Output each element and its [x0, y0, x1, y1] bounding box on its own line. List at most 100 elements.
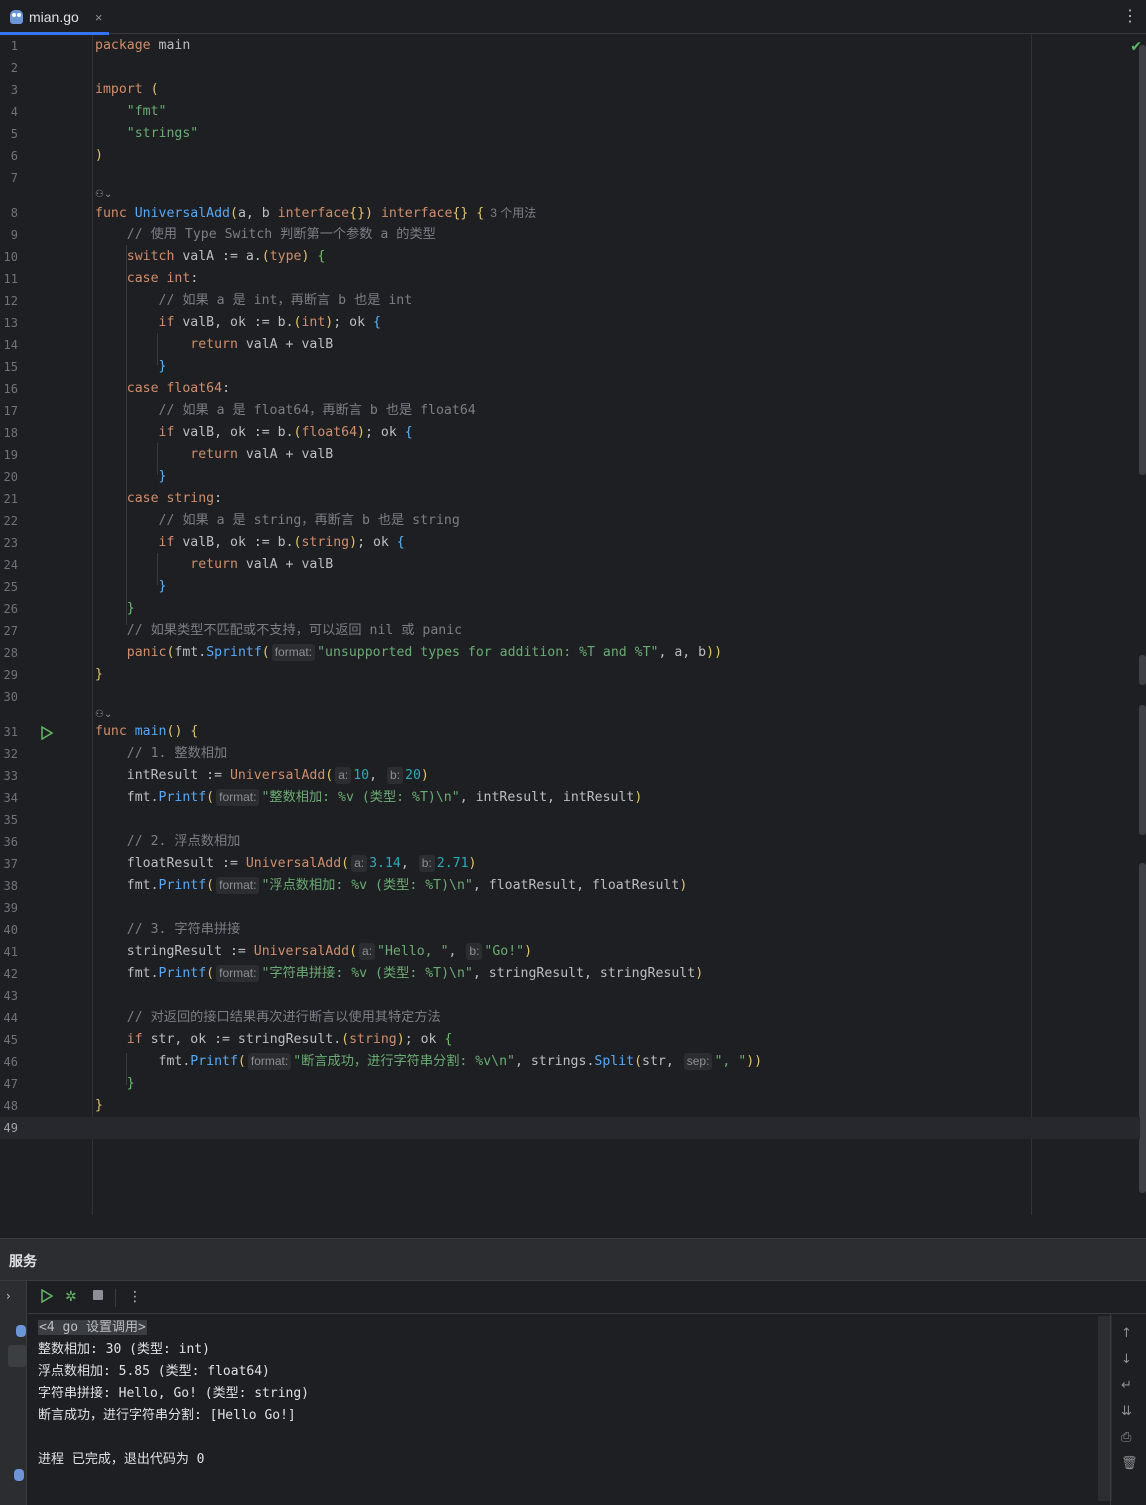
code-line[interactable]: 23 if valB, ok := b.(string); ok { — [0, 532, 1140, 554]
gopher-service-icon[interactable] — [14, 1469, 24, 1481]
code-line[interactable]: 3 import ( — [0, 79, 1140, 101]
line-number[interactable]: 5 — [0, 123, 18, 145]
line-number[interactable]: 7 — [0, 167, 18, 189]
line-number[interactable]: 8 — [0, 202, 18, 224]
line-number[interactable]: 18 — [0, 422, 18, 444]
code-line[interactable]: 33 intResult := UniversalAdd(a: 10, b: 20) — [0, 765, 1140, 787]
code-line[interactable]: 9 // 使用 Type Switch 判断第一个参数 a 的类型 — [0, 224, 1140, 246]
line-number[interactable]: 14 — [0, 334, 18, 356]
usages-hint[interactable]: 3 个用法 — [490, 206, 536, 220]
code-line[interactable]: 45 if str, ok := stringResult.(string); … — [0, 1029, 1140, 1051]
more-icon[interactable]: ⋮ — [1122, 6, 1138, 26]
code-line[interactable]: 41 stringResult := UniversalAdd(a: "Hello… — [0, 941, 1140, 963]
scroll-up-icon[interactable]: ↑ — [1121, 1326, 1132, 1341]
author-icon[interactable]: ⚇⌄ — [95, 708, 112, 722]
line-number[interactable]: 38 — [0, 875, 18, 897]
line-number[interactable]: 47 — [0, 1073, 18, 1095]
line-number[interactable]: 31 — [0, 721, 18, 743]
editor-scrollbar[interactable] — [1139, 45, 1146, 475]
line-number[interactable]: 34 — [0, 787, 18, 809]
line-number[interactable]: 44 — [0, 1007, 18, 1029]
code-line[interactable]: 31 func main() { — [0, 721, 1140, 743]
code-line[interactable]: 34 fmt.Printf(format: "整数相加: %v (类型: %T)\… — [0, 787, 1140, 809]
line-number[interactable]: 28 — [0, 642, 18, 664]
line-number[interactable]: 25 — [0, 576, 18, 598]
line-number[interactable]: 30 — [0, 686, 18, 708]
code-line[interactable]: 47 } — [0, 1073, 1140, 1095]
line-number[interactable]: 40 — [0, 919, 18, 941]
debug-icon[interactable]: ✲ — [65, 1289, 77, 1305]
line-number[interactable]: 26 — [0, 598, 18, 620]
line-number[interactable]: 9 — [0, 224, 18, 246]
code-line[interactable]: 49 — [0, 1117, 1140, 1139]
code-line[interactable]: 24 return valA + valB — [0, 554, 1140, 576]
code-line[interactable]: 15 } — [0, 356, 1140, 378]
code-line[interactable]: 13 if valB, ok := b.(int); ok { — [0, 312, 1140, 334]
code-line[interactable]: 32 // 1. 整数相加 — [0, 743, 1140, 765]
line-number[interactable]: 11 — [0, 268, 18, 290]
line-number[interactable]: 4 — [0, 101, 18, 123]
code-line[interactable]: 6) — [0, 145, 1140, 167]
code-line[interactable]: 1 package main — [0, 35, 1140, 57]
line-number[interactable]: 42 — [0, 963, 18, 985]
stop-icon[interactable] — [92, 1289, 104, 1305]
code-line[interactable]: 39 — [0, 897, 1140, 919]
line-number[interactable]: 12 — [0, 290, 18, 312]
code-line[interactable]: 7 — [0, 167, 1140, 189]
line-number[interactable]: 10 — [0, 246, 18, 268]
code-line[interactable]: 16 case float64: — [0, 378, 1140, 400]
line-number[interactable]: 22 — [0, 510, 18, 532]
print-icon[interactable]: ⎙ — [1121, 1430, 1131, 1445]
line-number[interactable]: 20 — [0, 466, 18, 488]
code-line[interactable]: 20 } — [0, 466, 1140, 488]
expand-icon[interactable]: › — [6, 1289, 11, 1303]
code-line[interactable]: 5 "strings" — [0, 123, 1140, 145]
line-number[interactable]: 23 — [0, 532, 18, 554]
code-line[interactable]: 8 func UniversalAdd(a, b interface{}) int… — [0, 202, 1140, 224]
code-line[interactable]: 35 — [0, 809, 1140, 831]
line-number[interactable]: 45 — [0, 1029, 18, 1051]
scroll-to-end-icon[interactable]: ⇊ — [1121, 1404, 1132, 1419]
code-line[interactable]: 38 fmt.Printf(format: "浮点数相加: %v (类型: %T)… — [0, 875, 1140, 897]
code-line[interactable]: 37 floatResult := UniversalAdd(a: 3.14, b… — [0, 853, 1140, 875]
trash-icon[interactable]: 🗑 — [1121, 1456, 1138, 1471]
code-line[interactable]: 30 — [0, 686, 1140, 708]
code-line[interactable]: 2 — [0, 57, 1140, 79]
scroll-down-icon[interactable]: ↓ — [1121, 1352, 1132, 1367]
code-line[interactable]: 44 // 对返回的接口结果再次进行断言以使用其特定方法 — [0, 1007, 1140, 1029]
line-number[interactable]: 39 — [0, 897, 18, 919]
line-number[interactable]: 48 — [0, 1095, 18, 1117]
line-number[interactable]: 19 — [0, 444, 18, 466]
line-number[interactable]: 24 — [0, 554, 18, 576]
code-editor[interactable]: ✔ ⚇⌄ ⚇⌄ 1 package main 2 3 import (4 "fmt" 5 … — [0, 35, 1146, 1215]
code-line[interactable]: 28 panic(fmt.Sprintf(format: "unsupported… — [0, 642, 1140, 664]
code-line[interactable]: 18 if valB, ok := b.(float64); ok { — [0, 422, 1140, 444]
code-line[interactable]: 40 // 3. 字符串拼接 — [0, 919, 1140, 941]
line-number[interactable]: 16 — [0, 378, 18, 400]
gopher-service-icon[interactable] — [16, 1325, 26, 1337]
line-number[interactable]: 29 — [0, 664, 18, 686]
code-line[interactable]: 25 } — [0, 576, 1140, 598]
line-number[interactable]: 1 — [0, 35, 18, 57]
tab-mian-go[interactable]: mian.go × — [0, 0, 109, 35]
code-line[interactable]: 4 "fmt" — [0, 101, 1140, 123]
line-number[interactable]: 33 — [0, 765, 18, 787]
code-line[interactable]: 26 } — [0, 598, 1140, 620]
line-number[interactable]: 37 — [0, 853, 18, 875]
line-number[interactable]: 32 — [0, 743, 18, 765]
line-number[interactable]: 35 — [0, 809, 18, 831]
code-line[interactable]: 14 return valA + valB — [0, 334, 1140, 356]
code-line[interactable]: 36 // 2. 浮点数相加 — [0, 831, 1140, 853]
line-number[interactable]: 41 — [0, 941, 18, 963]
code-line[interactable]: 19 return valA + valB — [0, 444, 1140, 466]
line-number[interactable]: 15 — [0, 356, 18, 378]
author-icon[interactable]: ⚇⌄ — [95, 188, 112, 202]
line-number[interactable]: 49 — [0, 1117, 18, 1139]
console-output[interactable]: <4 go 设置调用> 整数相加: 30 (类型: int) 浮点数相加: 5.… — [38, 1317, 309, 1471]
code-line[interactable]: 29} — [0, 664, 1140, 686]
line-number[interactable]: 2 — [0, 57, 18, 79]
line-number[interactable]: 43 — [0, 985, 18, 1007]
code-line[interactable]: 48} — [0, 1095, 1140, 1117]
line-number[interactable]: 3 — [0, 79, 18, 101]
line-number[interactable]: 17 — [0, 400, 18, 422]
